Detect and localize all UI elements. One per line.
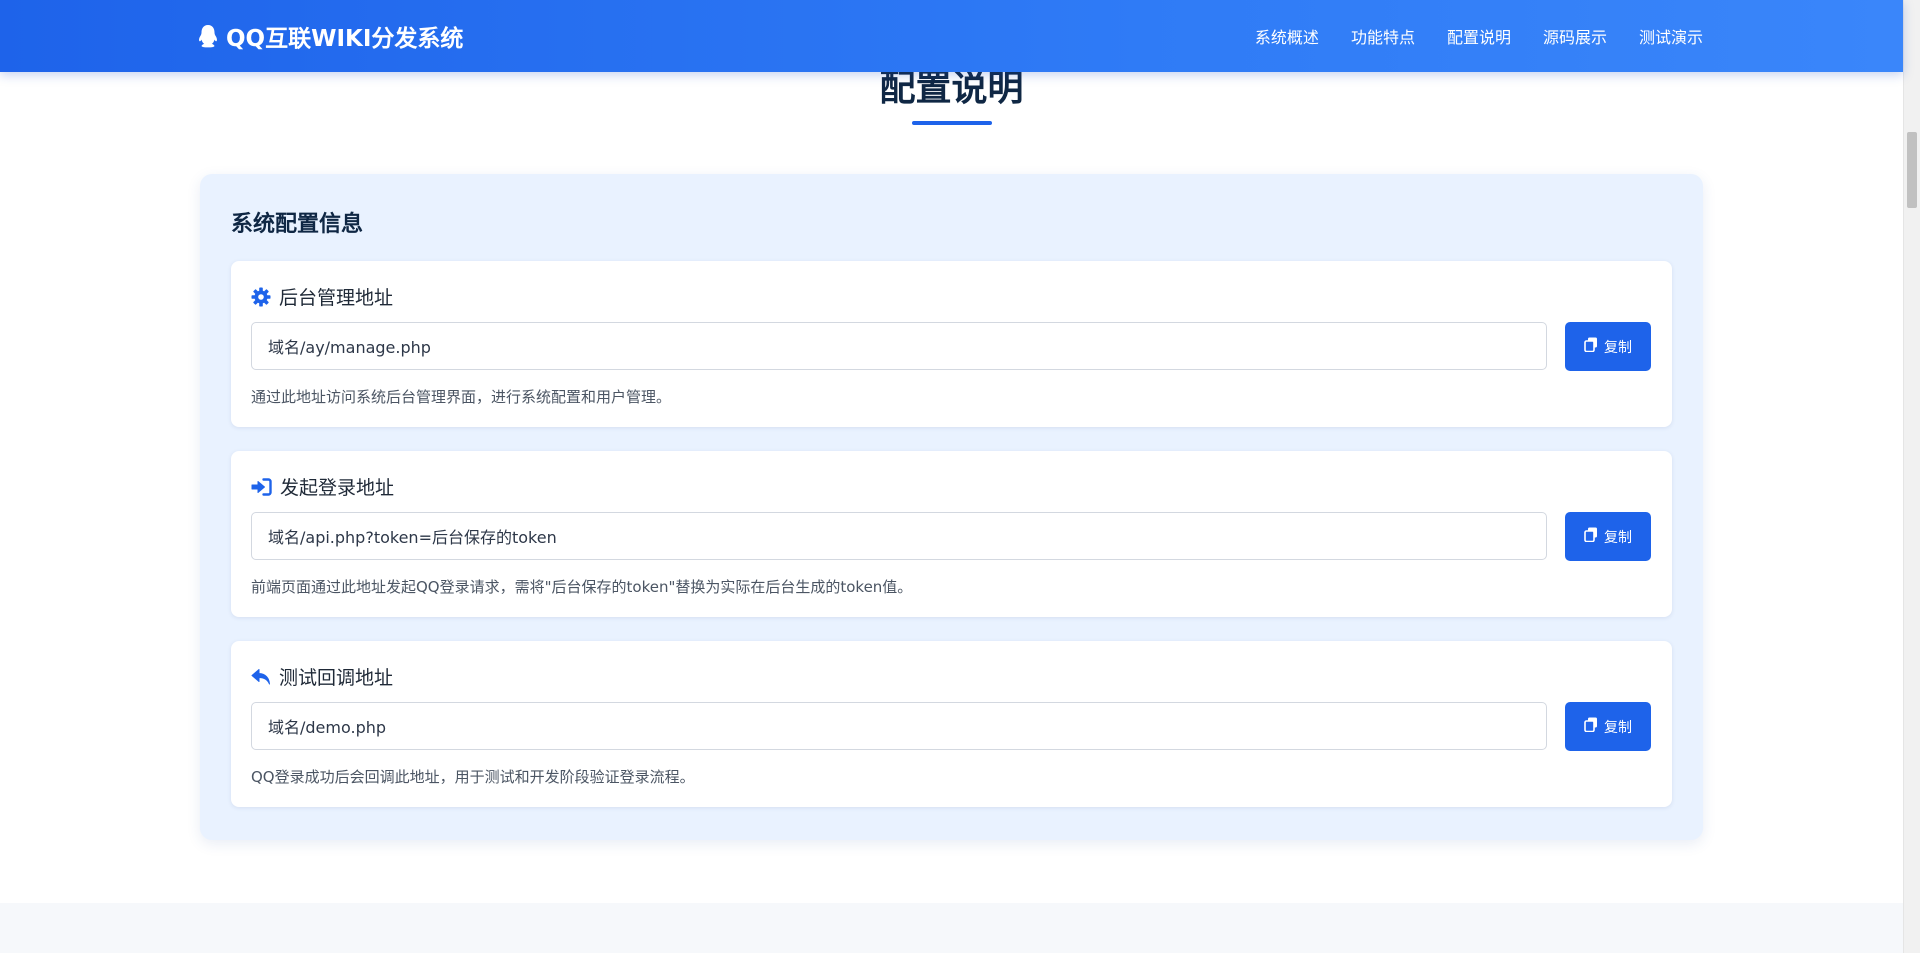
- card-header: 测试回调地址: [251, 663, 393, 690]
- copy-button-label: 复制: [1604, 339, 1632, 356]
- gear-icon: [251, 287, 271, 307]
- reply-icon: [251, 668, 271, 686]
- copy-icon: [1584, 717, 1598, 736]
- card-title: 测试回调地址: [279, 667, 394, 689]
- brand-title: QQ互联WIKI分发系统: [226, 26, 464, 52]
- scrollbar-thumb[interactable]: [1907, 132, 1917, 208]
- nav-item-demo[interactable]: 测试演示: [1639, 24, 1703, 48]
- card-description: QQ登录成功后会回调此地址，用于测试和开发阶段验证登录流程。: [251, 768, 695, 786]
- brand[interactable]: QQ互联WIKI分发系统: [198, 0, 463, 72]
- card-header: 发起登录地址: [251, 473, 394, 500]
- nav-item-source[interactable]: 源码展示: [1543, 24, 1607, 48]
- callback-url-field[interactable]: [251, 702, 1547, 750]
- login-url-field[interactable]: [251, 512, 1547, 560]
- top-navbar: QQ互联WIKI分发系统 系统概述 功能特点 配置说明 源码展示 测试演示: [0, 0, 1903, 72]
- nav-item-overview[interactable]: 系统概述: [1255, 24, 1319, 48]
- page: QQ互联WIKI分发系统 系统概述 功能特点 配置说明 源码展示 测试演示 配置…: [0, 0, 1920, 953]
- nav-item-features[interactable]: 功能特点: [1351, 24, 1415, 48]
- nav-item-config[interactable]: 配置说明: [1447, 24, 1511, 48]
- main-nav: 系统概述 功能特点 配置说明 源码展示 测试演示: [1255, 0, 1703, 72]
- panel-title: 系统配置信息: [231, 212, 364, 237]
- card-header: 后台管理地址: [251, 283, 393, 310]
- config-panel: 系统配置信息 后台管理地址 域名/ay/manage.php 复制 通过此地址访…: [200, 174, 1703, 840]
- next-section-band: [0, 903, 1903, 953]
- copy-button-label: 复制: [1604, 719, 1632, 736]
- sign-in-icon: [251, 477, 272, 496]
- copy-button-label: 复制: [1604, 529, 1632, 546]
- copy-button-login[interactable]: 复制: [1565, 512, 1651, 561]
- card-description: 通过此地址访问系统后台管理界面，进行系统配置和用户管理。: [251, 388, 672, 406]
- config-card-admin: 后台管理地址 复制 通过此地址访问系统后台管理界面，进行系统配置和用户管理。: [231, 261, 1672, 427]
- title-underline: [912, 121, 992, 125]
- card-description: 前端页面通过此地址发起QQ登录请求，需将"后台保存的token"替换为实际在后台…: [251, 578, 913, 596]
- qq-penguin-icon: [198, 24, 218, 48]
- config-card-login: 发起登录地址 复制 前端页面通过此地址发起QQ登录请求，需将"后台保存的toke…: [231, 451, 1672, 617]
- page-scrollbar[interactable]: [1903, 0, 1920, 953]
- card-title: 发起登录地址: [280, 477, 395, 499]
- card-title: 后台管理地址: [279, 287, 394, 309]
- admin-url-field[interactable]: [251, 322, 1547, 370]
- copy-button-admin[interactable]: 复制: [1565, 322, 1651, 371]
- copy-button-callback[interactable]: 复制: [1565, 702, 1651, 751]
- config-card-callback: 测试回调地址 复制 QQ登录成功后会回调此地址，用于测试和开发阶段验证登录流程。: [231, 641, 1672, 807]
- copy-icon: [1584, 527, 1598, 546]
- copy-icon: [1584, 337, 1598, 356]
